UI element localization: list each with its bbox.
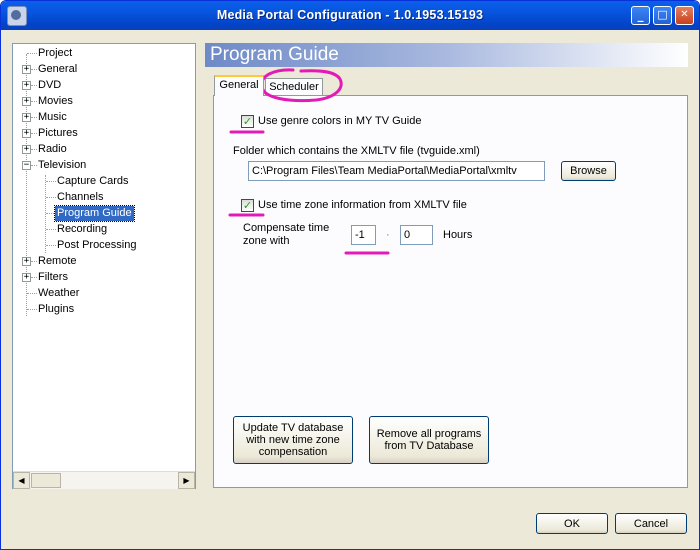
expand-remote-icon[interactable]: + [22,257,31,266]
tree-connector [31,277,37,278]
tab-general[interactable]: General [214,75,264,96]
ok-button[interactable]: OK [536,513,608,534]
scroll-right-icon[interactable]: ▶ [178,472,195,489]
expand-movies-icon[interactable]: + [22,97,31,106]
tree-connector [31,69,37,70]
tree-item-project[interactable]: Project [38,46,72,61]
remove-line2: from TV Database [384,440,474,452]
collapse-television-icon[interactable]: − [22,161,31,170]
tree-item-recording[interactable]: Recording [57,222,107,237]
time-separator: · [386,229,390,241]
cancel-button[interactable]: Cancel [615,513,687,534]
update-db-line1: Update TV database [242,422,344,434]
expand-filters-icon[interactable]: + [22,273,31,282]
update-db-line3: compensation [258,446,328,458]
scrollbar-thumb[interactable] [31,473,61,488]
expand-music-icon[interactable]: + [22,113,31,122]
page-title: Program Guide [205,43,688,67]
expand-radio-icon[interactable]: + [22,145,31,154]
compensate-label-line2: zone with [243,235,290,247]
tree-connector [27,293,37,294]
tree-item-program-guide[interactable]: Program Guide [54,205,135,222]
close-button[interactable]: ✕ [675,6,694,25]
minimize-button[interactable]: _ [631,6,650,25]
tree-item-plugins[interactable]: Plugins [38,302,74,317]
expand-pictures-icon[interactable]: + [22,129,31,138]
tree-connector [31,85,37,86]
tree-connector [27,309,37,310]
tree-connector [31,149,37,150]
tree-connector [27,53,37,54]
tree-item-general[interactable]: General [38,62,77,77]
tree-item-capture-cards[interactable]: Capture Cards [57,174,129,189]
update-db-line2: with new time zone [246,434,340,446]
xmltv-folder-label: Folder which contains the XMLTV file (tv… [233,145,480,157]
scroll-left-icon[interactable]: ◀ [13,472,30,489]
tree-item-movies[interactable]: Movies [38,94,73,109]
browse-button[interactable]: Browse [561,161,616,181]
timezone-checkbox[interactable]: ✓ [241,199,254,212]
tree-item-weather[interactable]: Weather [38,286,79,301]
genre-colors-checkbox[interactable]: ✓ [241,115,254,128]
title-bar[interactable]: Media Portal Configuration - 1.0.1953.15… [1,1,699,30]
hours-offset-input[interactable]: -1 [351,225,376,245]
hours-unit-label: Hours [443,229,473,241]
timezone-label[interactable]: Use time zone information from XMLTV fil… [258,199,467,211]
xmltv-folder-input[interactable]: C:\Program Files\Team MediaPortal\MediaP… [248,161,545,181]
tab-scheduler[interactable]: Scheduler [265,78,323,96]
tree-connector [46,229,56,230]
tree-connector [46,197,56,198]
tree-horizontal-scrollbar[interactable]: ◀ ▶ [13,471,195,489]
maximize-button[interactable]: □ [653,6,672,25]
remove-line1: Remove all programs [376,428,482,440]
tree-connector [31,117,37,118]
tree-connector [31,133,37,134]
tree-item-television[interactable]: Television [38,158,86,173]
main-window: Media Portal Configuration - 1.0.1953.15… [0,0,700,550]
tree-item-radio[interactable]: Radio [38,142,67,157]
tree-item-post-processing[interactable]: Post Processing [57,238,136,253]
compensate-label-line1: Compensate time [243,222,330,234]
tree-item-filters[interactable]: Filters [38,270,68,285]
expand-dvd-icon[interactable]: + [22,81,31,90]
tree-connector [31,101,37,102]
tree-item-remote[interactable]: Remote [38,254,77,269]
remove-all-programs-button[interactable]: Remove all programs from TV Database [369,416,489,464]
update-tv-database-button[interactable]: Update TV database with new time zone co… [233,416,353,464]
genre-colors-label[interactable]: Use genre colors in MY TV Guide [258,115,421,127]
tree-item-dvd[interactable]: DVD [38,78,61,93]
tree-connector [46,181,56,182]
window-title: Media Portal Configuration - 1.0.1953.15… [216,8,484,22]
tree-connector [46,245,56,246]
tree-television-line [45,175,46,253]
tree-connector [31,261,37,262]
tree-connector [31,165,37,166]
navigation-tree[interactable]: Project + General + DVD + Movies + Music… [12,43,196,489]
tree-item-music[interactable]: Music [38,110,67,125]
tree-item-pictures[interactable]: Pictures [38,126,78,141]
expand-general-icon[interactable]: + [22,65,31,74]
tree-item-channels[interactable]: Channels [57,190,103,205]
minutes-offset-input[interactable]: 0 [400,225,433,245]
